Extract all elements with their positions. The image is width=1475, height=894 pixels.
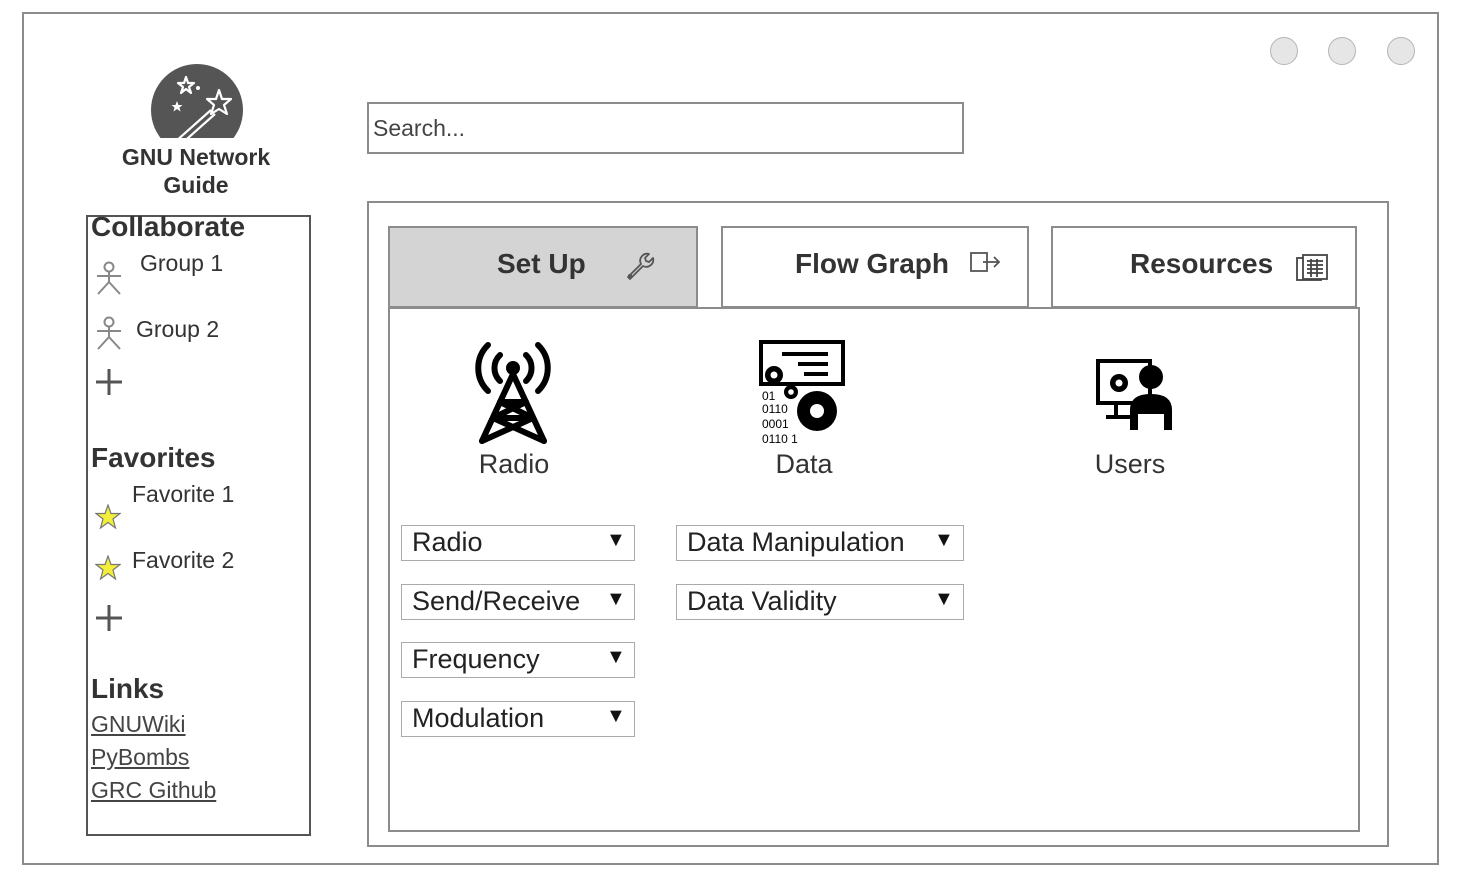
- dropdown-label: Data Validity: [687, 586, 837, 616]
- link-gnuwiki[interactable]: GNUWiki: [91, 711, 186, 738]
- document-icon: [1295, 253, 1329, 283]
- chevron-down-icon: ▼: [606, 529, 626, 551]
- radio-dropdown[interactable]: Radio ▼: [401, 525, 635, 561]
- frequency-dropdown[interactable]: Frequency ▼: [401, 642, 635, 678]
- person-icon: [94, 315, 124, 351]
- data-gears-icon[interactable]: 01 0110 0001 0110 1: [758, 340, 848, 446]
- favorites-title: Favorites: [91, 442, 216, 473]
- user-computer-icon[interactable]: [1094, 358, 1174, 430]
- category-label-users: Users: [1094, 449, 1166, 479]
- add-favorite-plus-icon[interactable]: [94, 603, 124, 633]
- sidebar-item-group-2[interactable]: Group 2: [136, 316, 219, 343]
- tab-flow-graph[interactable]: Flow Graph: [721, 226, 1029, 308]
- link-grc-github[interactable]: GRC Github: [91, 777, 216, 804]
- chevron-down-icon: ▼: [934, 529, 954, 551]
- category-label-radio: Radio: [478, 449, 550, 479]
- data-validity-dropdown[interactable]: Data Validity ▼: [676, 584, 964, 620]
- dropdown-label: Modulation: [412, 703, 545, 733]
- sidebar-item-group-1[interactable]: Group 1: [140, 250, 223, 277]
- window-control-maximize[interactable]: [1328, 37, 1356, 65]
- chevron-down-icon: ▼: [606, 646, 626, 668]
- tab-label: Flow Graph: [795, 248, 949, 279]
- dropdown-label: Send/Receive: [412, 586, 581, 616]
- collaborate-title: Collaborate: [91, 211, 246, 242]
- modulation-dropdown[interactable]: Modulation ▼: [401, 701, 635, 737]
- person-icon: [94, 260, 124, 296]
- tab-label: Set Up: [497, 248, 586, 279]
- add-group-plus-icon[interactable]: [94, 367, 124, 397]
- window-control-close[interactable]: [1387, 37, 1415, 65]
- star-icon: [94, 554, 122, 581]
- send-receive-dropdown[interactable]: Send/Receive ▼: [401, 584, 635, 620]
- window-control-minimize[interactable]: [1270, 37, 1298, 65]
- data-manipulation-dropdown[interactable]: Data Manipulation ▼: [676, 525, 964, 561]
- binary-text: 0110: [762, 402, 788, 416]
- star-icon: [94, 503, 122, 530]
- links-title: Links: [91, 673, 165, 704]
- tab-set-up[interactable]: Set Up: [388, 226, 698, 308]
- dropdown-label: Radio: [412, 527, 483, 557]
- magic-wand-icon: [151, 64, 243, 138]
- chevron-down-icon: ▼: [606, 705, 626, 727]
- wrench-icon: [622, 248, 658, 284]
- category-label-data: Data: [775, 449, 833, 479]
- export-icon: [969, 250, 1003, 276]
- dropdown-label: Data Manipulation: [687, 527, 905, 557]
- chevron-down-icon: ▼: [934, 588, 954, 610]
- chevron-down-icon: ▼: [606, 588, 626, 610]
- tab-label: Resources: [1130, 248, 1274, 279]
- sidebar-item-favorite-2[interactable]: Favorite 2: [132, 547, 234, 574]
- binary-text: 01: [762, 389, 776, 403]
- binary-text: 0001: [762, 417, 789, 431]
- binary-text: 0110 1: [762, 432, 798, 446]
- dropdown-label: Frequency: [412, 644, 540, 674]
- radio-tower-icon[interactable]: [460, 340, 566, 446]
- search-input[interactable]: [367, 102, 964, 154]
- sidebar-item-favorite-1[interactable]: Favorite 1: [132, 481, 234, 508]
- app-title: GNU Network Guide: [121, 144, 271, 198]
- link-pybombs[interactable]: PyBombs: [91, 744, 189, 771]
- tab-resources[interactable]: Resources: [1051, 226, 1357, 308]
